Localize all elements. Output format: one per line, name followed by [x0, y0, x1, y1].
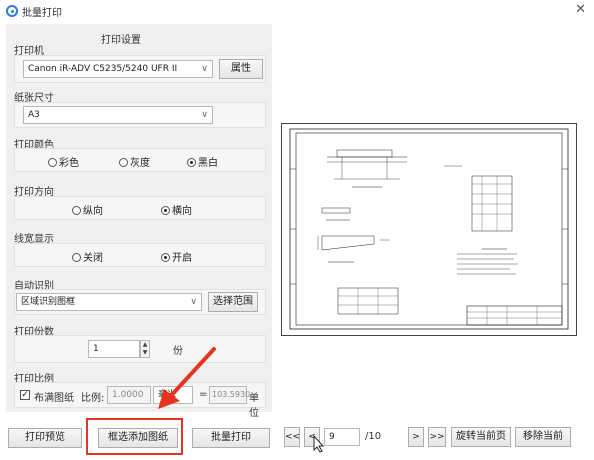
radio-icon [119, 158, 128, 167]
radio-checked-icon [161, 253, 170, 262]
fill-paper-checkbox[interactable]: ✓ [20, 390, 30, 400]
color-option-gray[interactable]: 灰度 [119, 154, 150, 169]
printer-properties-button[interactable]: 属性 [219, 59, 263, 79]
printer-group: Canon iR-ADV C5235/5240 UFR II ∨ 属性 [14, 55, 266, 83]
title-bar: 批量打印 ✕ [0, 0, 594, 22]
radio-label: 黑白 [198, 158, 218, 169]
chevron-down-icon: ∨ [201, 110, 208, 120]
radio-label: 纵向 [83, 206, 103, 217]
auto-detect-group: 区域识别图框 ∨ 选择范围 [14, 289, 266, 315]
fill-paper-label: 布满图纸 [34, 393, 74, 404]
color-option-bw[interactable]: 黑白 [187, 154, 218, 169]
copies-stepper[interactable]: ▲ ▼ [140, 340, 150, 358]
radio-checked-icon [161, 206, 170, 215]
color-option-color[interactable]: 彩色 [48, 154, 79, 169]
radio-label: 横向 [172, 206, 192, 217]
stepper-up-icon[interactable]: ▲ [141, 341, 149, 349]
radio-label: 开启 [172, 253, 192, 264]
radio-icon [72, 206, 81, 215]
page-total: /10 [365, 431, 382, 442]
ratio-label: 比例: [81, 393, 105, 404]
orientation-option-portrait[interactable]: 纵向 [72, 202, 103, 217]
radio-label: 灰度 [130, 158, 150, 169]
paper-size-select[interactable]: A3 ∨ [23, 106, 213, 124]
radio-icon [72, 253, 81, 262]
select-range-button[interactable]: 选择范围 [208, 292, 258, 312]
chevron-down-icon: ∨ [201, 64, 208, 74]
last-page-button[interactable]: >> [428, 427, 446, 447]
first-page-button[interactable]: << [284, 427, 300, 447]
printer-select-value: Canon iR-ADV C5235/5240 UFR II [28, 64, 178, 74]
close-icon[interactable]: ✕ [575, 2, 586, 17]
copies-input[interactable]: 1 [88, 340, 140, 358]
window-title: 批量打印 [22, 8, 62, 19]
lineweight-option-off[interactable]: 关闭 [72, 249, 103, 264]
paper-size-value: A3 [28, 110, 40, 120]
ratio-input[interactable]: 1.0000 [107, 386, 151, 404]
drawing-preview-image [289, 128, 569, 330]
drawing-preview [281, 123, 577, 336]
radio-label: 彩色 [59, 158, 79, 169]
highlight-frame [86, 418, 183, 455]
scale-unit-label: 单位 [249, 393, 259, 419]
page-number-input[interactable]: 9 [324, 428, 360, 446]
lineweight-group: 关闭 开启 [14, 243, 266, 267]
orientation-option-landscape[interactable]: 横向 [161, 202, 192, 217]
scale-group: ✓ 布满图纸 比例: 1.0000 毫米 = 103.5930 单位 [14, 382, 266, 419]
print-color-group: 彩色 灰度 黑白 [14, 148, 266, 172]
stepper-down-icon[interactable]: ▼ [141, 349, 149, 357]
print-preview-button[interactable]: 打印预览 [8, 428, 82, 448]
auto-detect-value: 区域识别图框 [21, 297, 76, 307]
batch-print-button[interactable]: 批量打印 [192, 428, 270, 448]
auto-detect-select[interactable]: 区域识别图框 ∨ [16, 293, 202, 311]
chevron-down-icon: ∨ [190, 297, 197, 307]
paper-size-group: A3 ∨ [14, 102, 266, 128]
radio-checked-icon [187, 158, 196, 167]
print-settings-panel: 打印设置 打印机 Canon iR-ADV C5235/5240 UFR II … [6, 24, 272, 419]
next-page-button[interactable]: > [408, 427, 424, 447]
app-logo-icon [6, 5, 18, 17]
remove-current-button[interactable]: 移除当前 [515, 427, 571, 447]
mouse-cursor-icon [313, 435, 325, 453]
radio-icon [48, 158, 57, 167]
lineweight-option-on[interactable]: 开启 [161, 249, 192, 264]
printer-select[interactable]: Canon iR-ADV C5235/5240 UFR II ∨ [23, 60, 213, 78]
highlight-arrow-icon [158, 347, 216, 409]
radio-label: 关闭 [83, 253, 103, 264]
print-orientation-group: 纵向 横向 [14, 196, 266, 220]
copies-group: 1 ▲ ▼ 份 [14, 335, 266, 363]
rotate-current-page-button[interactable]: 旋转当前页 [451, 427, 511, 447]
